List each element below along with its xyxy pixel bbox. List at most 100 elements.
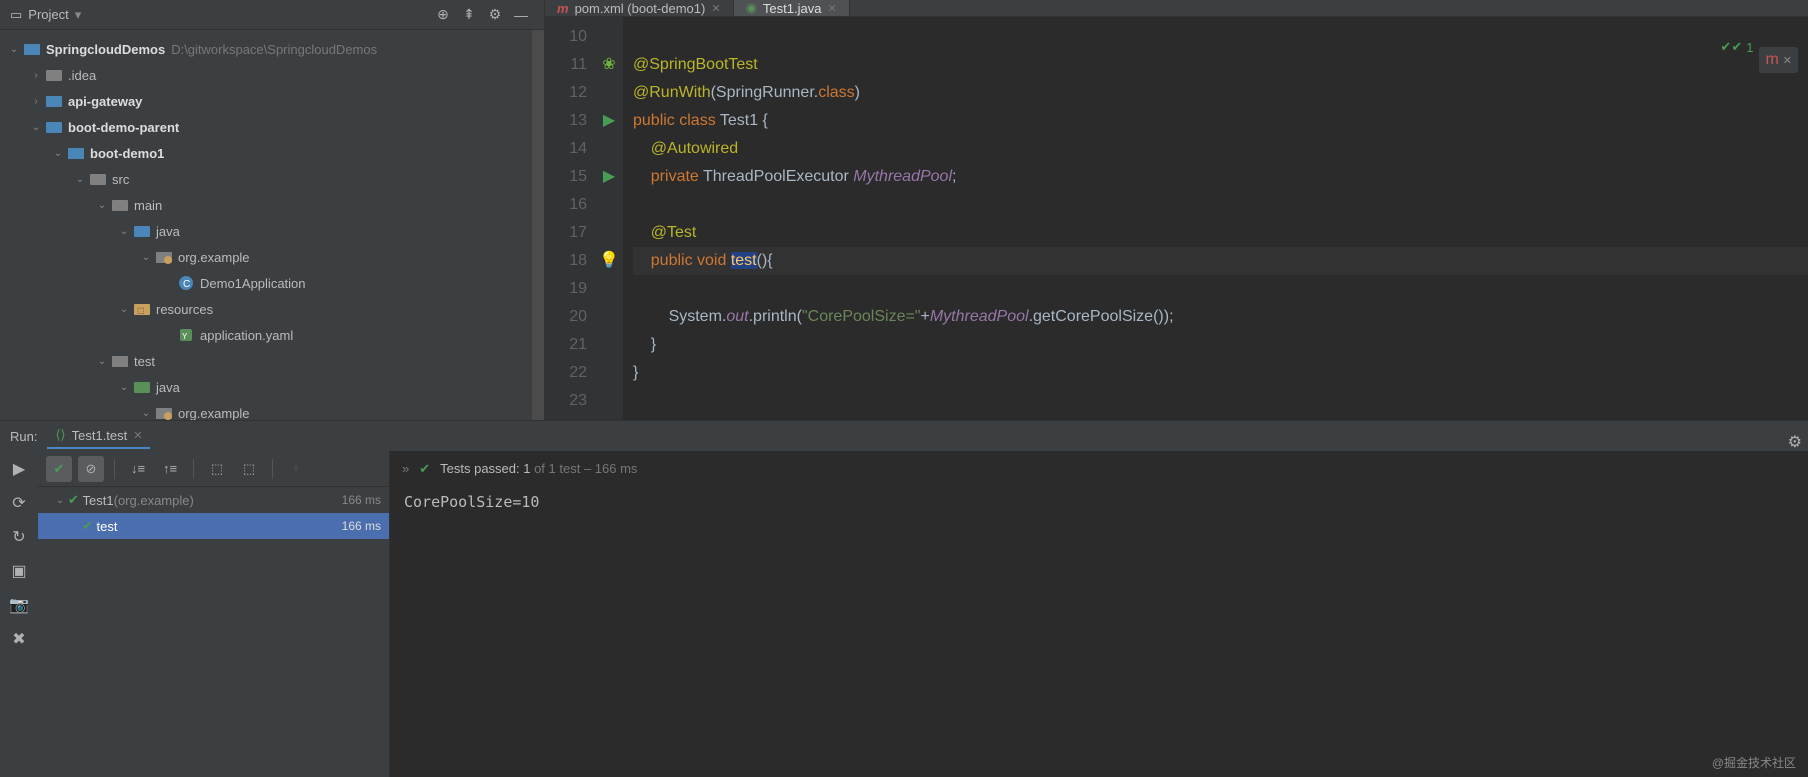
settings-icon[interactable]: ⚙ (482, 6, 508, 23)
tree-item[interactable]: ⌄test (0, 348, 544, 374)
chevron-icon[interactable]: ⌄ (116, 382, 132, 393)
chevron-icon[interactable]: › (28, 70, 44, 81)
test-row[interactable]: ✔ test166 ms (38, 513, 389, 539)
rerun-failed-icon[interactable]: ↻ (12, 527, 25, 547)
tree-item[interactable]: Yapplication.yaml (0, 322, 544, 348)
file-icon (66, 146, 86, 160)
chevron-down-icon[interactable]: ▾ (75, 7, 82, 23)
gutter-icon[interactable]: ❀ (597, 51, 621, 79)
tree-item[interactable]: ⌄java (0, 218, 544, 244)
chevron-icon[interactable]: ⌄ (50, 148, 66, 159)
exit-icon[interactable]: ✖ (12, 629, 25, 649)
hide-icon[interactable]: — (508, 7, 534, 23)
chevron-icon[interactable]: ⌄ (116, 304, 132, 315)
tree-item[interactable]: CDemo1Application (0, 270, 544, 296)
gutter-icon[interactable]: ▶ (597, 163, 621, 191)
code-line[interactable] (633, 387, 1808, 415)
run-tab[interactable]: ⟨⟩ Test1.test ✕ (47, 423, 150, 449)
sort-alpha-icon[interactable]: ↑≡ (157, 456, 183, 482)
code-line[interactable]: @RunWith(SpringRunner.class) (633, 79, 1808, 107)
code-line[interactable] (633, 23, 1808, 51)
show-passed-icon[interactable]: ✔ (46, 456, 72, 482)
code-line[interactable] (633, 275, 1808, 303)
gear-icon[interactable]: ⚙ (1788, 432, 1802, 452)
show-ignored-icon[interactable]: ⊘ (78, 456, 104, 482)
tree-scrollbar[interactable] (532, 30, 544, 420)
tree-item[interactable]: ⌄org.example (0, 400, 544, 420)
code-line[interactable]: @Autowired (633, 135, 1808, 163)
tree-item[interactable]: ⌄main (0, 192, 544, 218)
chevron-icon[interactable]: › (28, 96, 44, 107)
file-icon (88, 172, 108, 186)
editor-tab[interactable]: ◉Test1.java✕ (734, 0, 850, 16)
tree-item[interactable]: ›.idea (0, 62, 544, 88)
tree-root[interactable]: ⌄ SpringcloudDemos D:\gitworkspace\Sprin… (0, 36, 544, 62)
test-tree[interactable]: ⌄✔ Test1 (org.example)166 ms✔ test166 ms (38, 487, 389, 777)
locate-icon[interactable]: ⊕ (430, 6, 456, 23)
tree-item[interactable]: ⌄⬚resources (0, 296, 544, 322)
chevron-icon[interactable]: ⌄ (138, 408, 154, 419)
close-icon[interactable]: ✕ (711, 2, 720, 15)
code-line[interactable]: System.out.println("CorePoolSize="+Mythr… (633, 303, 1808, 331)
chevron-icon[interactable]: ⌄ (6, 44, 22, 55)
code-line[interactable]: private ThreadPoolExecutor MythreadPool; (633, 163, 1808, 191)
editor-tab[interactable]: mpom.xml (boot-demo1)✕ (545, 0, 734, 16)
chevron-icon[interactable]: ⌄ (138, 252, 154, 263)
history-icon[interactable]: » (402, 461, 409, 476)
tree-item[interactable]: ⌄java (0, 374, 544, 400)
editor-gutter[interactable]: ❀ ▶ ▶ 💡 (595, 17, 623, 421)
gutter-icon[interactable] (597, 135, 621, 163)
code-line[interactable]: } (633, 359, 1808, 387)
test-row[interactable]: ⌄✔ Test1 (org.example)166 ms (38, 487, 389, 513)
tree-item[interactable]: ⌄src (0, 166, 544, 192)
gutter-icon[interactable] (597, 23, 621, 51)
chevron-icon[interactable]: ⌄ (72, 174, 88, 185)
tree-item[interactable]: ⌄boot-demo1 (0, 140, 544, 166)
code-line[interactable]: @Test (633, 219, 1808, 247)
rerun-icon[interactable]: ▶ (13, 459, 25, 479)
gutter-icon[interactable]: ▶ (597, 107, 621, 135)
gutter-icon[interactable] (597, 275, 621, 303)
code-line[interactable]: public void test(){ (633, 247, 1808, 275)
gutter-icon[interactable] (597, 219, 621, 247)
tree-item[interactable]: ›api-gateway (0, 88, 544, 114)
gutter-icon[interactable] (597, 331, 621, 359)
run-label: Run: (10, 429, 37, 444)
chevron-icon[interactable]: ⌄ (28, 122, 44, 133)
dump-icon[interactable]: 📷 (9, 595, 29, 615)
close-icon[interactable]: ✕ (827, 2, 836, 15)
toggle-icon[interactable]: ⟳ (12, 493, 25, 513)
expand-icon[interactable]: ⬚ (204, 456, 230, 482)
gutter-icon[interactable] (597, 79, 621, 107)
gutter-icon[interactable] (597, 359, 621, 387)
close-icon[interactable]: ✕ (133, 429, 142, 442)
line-number: 10 (545, 23, 587, 51)
chevron-icon[interactable]: ⌄ (116, 226, 132, 237)
line-number: 14 (545, 135, 587, 163)
chevron-icon[interactable]: ⌄ (94, 200, 110, 211)
collapse-icon[interactable]: ⇞ (456, 6, 482, 23)
collapse-all-icon[interactable]: ⬚ (236, 456, 262, 482)
tree-item[interactable]: ⌄boot-demo-parent (0, 114, 544, 140)
gutter-icon[interactable] (597, 387, 621, 415)
console-output[interactable]: CorePoolSize=10 (390, 487, 1808, 517)
sort-icon[interactable]: ↓≡ (125, 456, 151, 482)
code-line[interactable]: } (633, 331, 1808, 359)
tree-item[interactable]: ⌄org.example (0, 244, 544, 270)
code-line[interactable]: @SpringBootTest (633, 51, 1808, 79)
gutter-icon[interactable]: 💡 (597, 247, 621, 275)
project-tree[interactable]: ⌄ SpringcloudDemos D:\gitworkspace\Sprin… (0, 30, 544, 420)
prev-icon[interactable]: ↑ (283, 456, 309, 482)
gutter-icon[interactable] (597, 191, 621, 219)
chevron-icon[interactable]: ⌄ (52, 495, 68, 506)
code-line[interactable] (633, 191, 1808, 219)
editor-body[interactable]: ✔✔ 1 m✕ 1011121314151617181920212223 ❀▶▶… (545, 17, 1808, 421)
gutter-icon[interactable] (597, 303, 621, 331)
test-summary: Tests passed: 1 of 1 test – 166 ms (440, 461, 637, 476)
svg-text:⬚: ⬚ (137, 306, 145, 315)
code-line[interactable]: public class Test1 { (633, 107, 1808, 135)
chevron-icon[interactable]: ⌄ (94, 356, 110, 367)
line-number: 18 (545, 247, 587, 275)
code-area[interactable]: @SpringBootTest@RunWith(SpringRunner.cla… (623, 17, 1808, 421)
stop-icon[interactable]: ▣ (11, 561, 26, 581)
